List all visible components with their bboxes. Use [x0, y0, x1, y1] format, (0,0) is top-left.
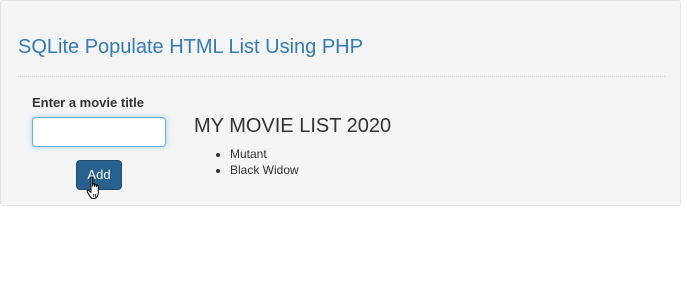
- list-item: Black Widow: [230, 162, 299, 178]
- movie-title-input[interactable]: [32, 117, 166, 147]
- hand-pointer-icon: [86, 176, 99, 199]
- page-title: SQLite Populate HTML List Using PHP: [18, 36, 363, 58]
- list-item: Mutant: [230, 146, 299, 162]
- movie-list-heading: MY MOVIE LIST 2020: [194, 115, 392, 137]
- movie-list: Mutant Black Widow: [194, 146, 299, 178]
- movie-title-label: Enter a movie title: [32, 95, 144, 110]
- divider: [18, 76, 665, 77]
